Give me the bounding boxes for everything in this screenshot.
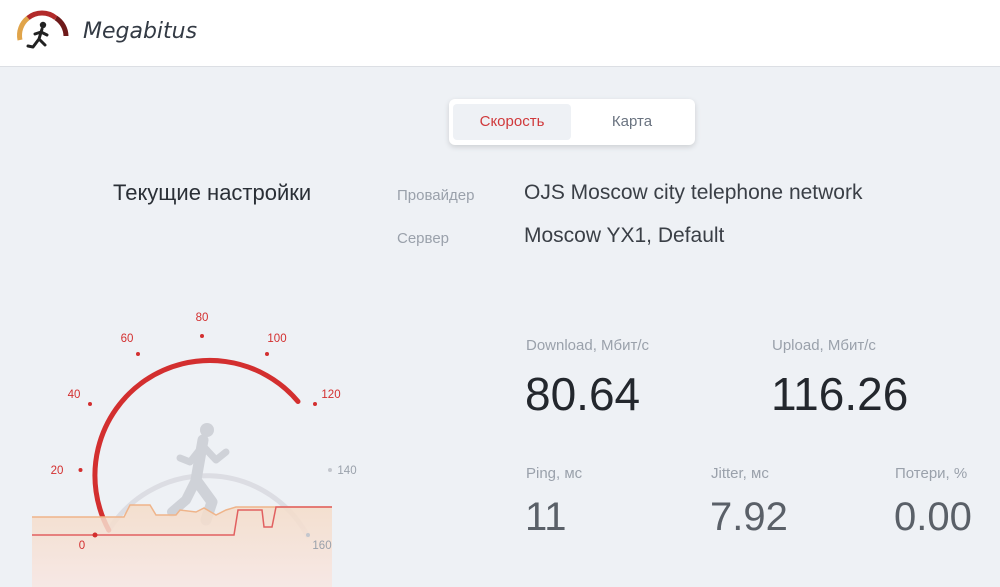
app-header: Megabitus	[0, 0, 1000, 67]
server-value: Moscow YX1, Default	[524, 224, 725, 247]
tick-dot-60	[136, 352, 140, 356]
tick-dot-160	[306, 533, 310, 537]
download-value: 80.64	[525, 368, 641, 420]
tick-dot-40	[88, 402, 92, 406]
upload-value: 116.26	[771, 368, 909, 420]
app-title: Megabitus	[83, 19, 198, 44]
tick-dot-80	[200, 334, 204, 338]
tick-dot-20	[78, 468, 83, 472]
tick-label-20: 20	[51, 465, 64, 477]
provider-value: OJS Moscow city telephone network	[524, 181, 863, 204]
ping-value: 11	[525, 495, 567, 539]
server-label: Сервер	[397, 230, 450, 247]
tick-label-160: 160	[312, 540, 331, 552]
tick-dot-100	[265, 352, 269, 356]
loss-label: Потери, %	[895, 465, 968, 482]
tab-map[interactable]: Карта	[575, 104, 689, 140]
tick-label-40: 40	[68, 389, 81, 401]
jitter-label: Jitter, мс	[711, 465, 769, 482]
tick-dot-140	[328, 468, 332, 472]
runner-logo-icon[interactable]	[14, 6, 70, 60]
ping-label: Ping, мс	[526, 465, 583, 482]
provider-label: Провайдер	[397, 187, 475, 204]
upload-label: Upload, Мбит/с	[772, 337, 876, 354]
download-label: Download, Мбит/с	[526, 337, 650, 354]
speed-gauge: 0 20 40 60 80 100 120 140 160	[32, 312, 357, 587]
mode-tabs: Скорость Карта	[449, 99, 695, 145]
tick-label-140: 140	[337, 465, 356, 477]
tick-label-60: 60	[121, 333, 134, 345]
tick-label-0: 0	[79, 540, 85, 552]
tick-label-100: 100	[267, 333, 286, 345]
jitter-value: 7.92	[710, 495, 788, 539]
settings-title: Текущие настройки	[113, 180, 312, 205]
gauge-progress-arc	[92, 357, 301, 533]
loss-value: 0.00	[894, 495, 972, 539]
tick-label-80: 80	[196, 312, 209, 324]
tick-label-120: 120	[321, 389, 340, 401]
tick-dot-120	[313, 402, 317, 406]
tab-speed[interactable]: Скорость	[453, 104, 571, 140]
gauge-needle-dot	[92, 532, 98, 538]
runner-silhouette-icon	[167, 423, 230, 526]
